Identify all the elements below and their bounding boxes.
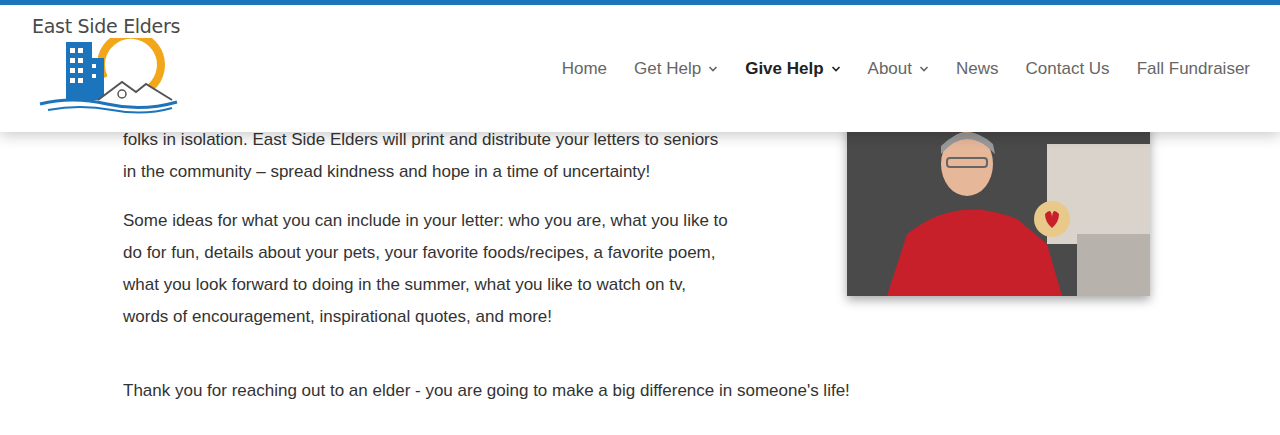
nav-label[interactable]: Get Help	[634, 57, 701, 81]
text-line: what you look forward to doing in the su…	[123, 269, 823, 301]
site-header: East Side Elders Home Get Help Give Help Ab…	[0, 0, 1280, 132]
site-logo[interactable]: East Side Elders	[0, 5, 160, 132]
chevron-down-icon[interactable]	[831, 64, 841, 74]
chevron-down-icon[interactable]	[708, 64, 718, 74]
text-line: Some ideas for what you can include in y…	[123, 205, 823, 237]
nav-item[interactable]: Contact Us	[1026, 57, 1110, 81]
nav-item[interactable]: Home	[562, 57, 607, 81]
nav-item[interactable]: About	[868, 57, 929, 81]
nav-label[interactable]: News	[956, 57, 999, 81]
nav-label[interactable]: Home	[562, 57, 607, 81]
nav-label[interactable]: Fall Fundraiser	[1137, 57, 1250, 81]
volunteer-photo	[847, 124, 1150, 296]
nav-label[interactable]: Give Help	[745, 57, 823, 81]
nav-label[interactable]: About	[868, 57, 912, 81]
nav-label[interactable]: Contact Us	[1026, 57, 1110, 81]
letter-text: folks in isolation. East Side Elders wil…	[123, 124, 823, 407]
nav-item[interactable]: News	[956, 57, 999, 81]
nav-item[interactable]: Fall Fundraiser	[1137, 57, 1250, 81]
intro-paragraph: folks in isolation. East Side Elders wil…	[123, 124, 823, 188]
text-line: do for fun, details about your pets, you…	[123, 237, 823, 269]
main-nav: Home Get Help Give Help About News Contact Us…	[562, 5, 1280, 132]
ideas-paragraph: Some ideas for what you can include in y…	[123, 205, 823, 333]
text-line: in the community – spread kindness and h…	[123, 156, 823, 188]
text-line: words of encouragement, inspirational qu…	[123, 301, 823, 333]
chevron-down-icon[interactable]	[919, 64, 929, 74]
logo-text[interactable]: East Side Elders	[32, 15, 160, 38]
photo-image-icon	[847, 124, 1150, 296]
closing-text: Thank you for reaching out to an elder -…	[123, 375, 823, 407]
nav-item[interactable]: Get Help	[634, 57, 718, 81]
nav-item[interactable]: Give Help	[745, 57, 840, 81]
building-house-logo-icon	[32, 38, 182, 118]
